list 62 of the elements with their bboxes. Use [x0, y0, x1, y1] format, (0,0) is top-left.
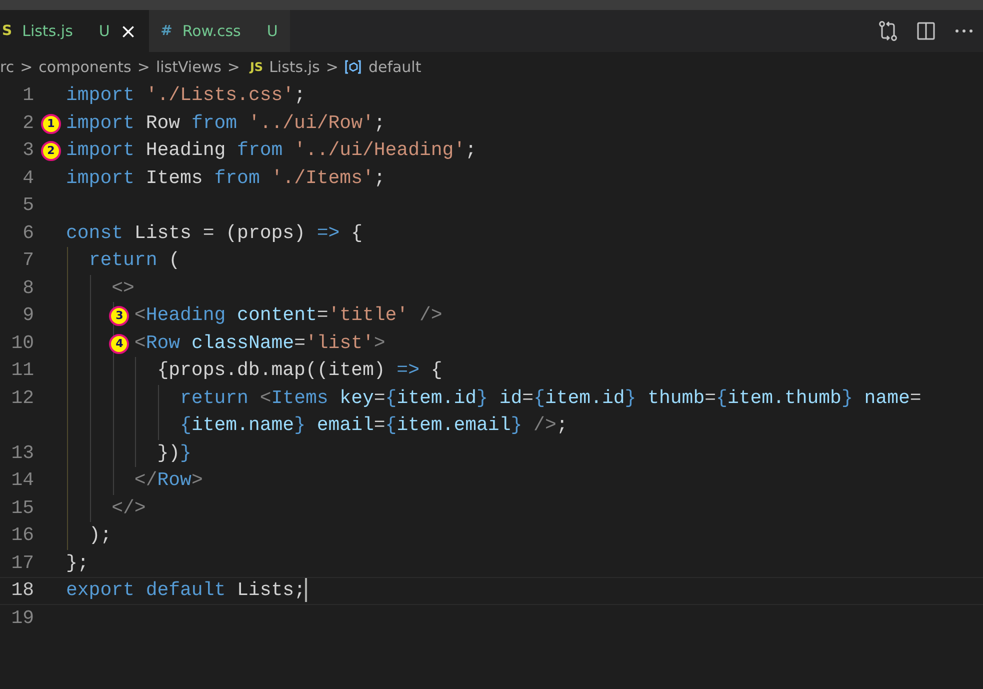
file-type-icon: # — [160, 20, 172, 42]
git-status-label: U — [266, 20, 278, 42]
line-number: 15 — [11, 496, 34, 518]
compare-changes-icon[interactable] — [877, 20, 899, 42]
line-number: 17 — [11, 552, 34, 574]
code-line: </Row> — [134, 469, 203, 491]
variable-symbol-icon — [344, 59, 362, 75]
chevron-icon: > — [20, 56, 33, 78]
code-line: ); — [88, 524, 112, 546]
line-number: 19 — [11, 606, 34, 628]
step-marker: 2 — [41, 141, 61, 161]
breadcrumb-item[interactable]: rc — [0, 56, 14, 78]
breadcrumb-item[interactable]: Lists.js — [269, 56, 320, 78]
code-line: {item.name} email={item.email} />; — [180, 414, 568, 436]
line-number: 4 — [22, 166, 34, 188]
code-line: const Lists = (props) => { — [66, 222, 362, 244]
line-number: 5 — [22, 194, 34, 216]
breadcrumb-item[interactable]: listViews — [156, 56, 222, 78]
code-line: return <Items key={item.id} id={item.id} thumb={item.thumb} name= — [180, 386, 922, 408]
code-line: return ( — [88, 249, 180, 271]
text-cursor — [305, 578, 308, 602]
breadcrumb-item[interactable]: default — [368, 56, 422, 78]
code-line: })} — [157, 442, 192, 464]
step-marker: 1 — [41, 114, 61, 134]
line-number: 2 — [22, 112, 34, 134]
close-icon[interactable]: × — [120, 16, 137, 46]
code-line: import './Lists.css'; — [66, 84, 306, 106]
code-line: import Items from './Items'; — [66, 166, 386, 188]
breadcrumb-item[interactable]: components — [38, 56, 132, 78]
code-line: }; — [66, 552, 89, 574]
line-number: 11 — [11, 359, 34, 381]
step-marker: 4 — [109, 334, 130, 354]
line-number: 14 — [11, 469, 34, 491]
line-number: 8 — [22, 276, 34, 298]
current-line-number: 18 — [11, 579, 34, 601]
file-type-icon: S — [2, 20, 12, 42]
split-editor-icon[interactable] — [915, 20, 937, 42]
code-line: </> — [112, 496, 146, 518]
line-number: 10 — [11, 332, 34, 354]
code-line: <> — [112, 276, 134, 298]
chevron-icon: > — [326, 56, 338, 78]
line-number: 3 — [22, 139, 34, 161]
chevron-icon: > — [227, 56, 240, 78]
chevron-icon: > — [137, 56, 150, 78]
line-number: 7 — [22, 249, 34, 271]
line-number: 9 — [22, 304, 34, 326]
file-type-icon: JS — [250, 58, 264, 76]
code-line: {props.db.map((item) => { — [157, 359, 442, 381]
line-number: 6 — [22, 222, 34, 244]
line-number: 13 — [11, 442, 34, 464]
code-line: <Row className='list'> — [134, 332, 386, 354]
code-line: import Row from '../ui/Row'; — [66, 112, 386, 134]
line-number: 1 — [22, 84, 34, 106]
line-number: 16 — [11, 524, 34, 546]
git-status-label: U — [98, 20, 110, 42]
code-line: import Heading from '../ui/Heading'; — [66, 139, 476, 161]
step-marker: 3 — [109, 306, 130, 326]
editor-tab[interactable]: S Lists.js U × — [0, 10, 149, 52]
line-number: 12 — [11, 386, 34, 408]
editor-tab[interactable]: # Row.css U — [148, 10, 290, 52]
code-line: <Heading content='title' /> — [134, 304, 442, 326]
code-line: export default Lists; — [66, 579, 306, 601]
